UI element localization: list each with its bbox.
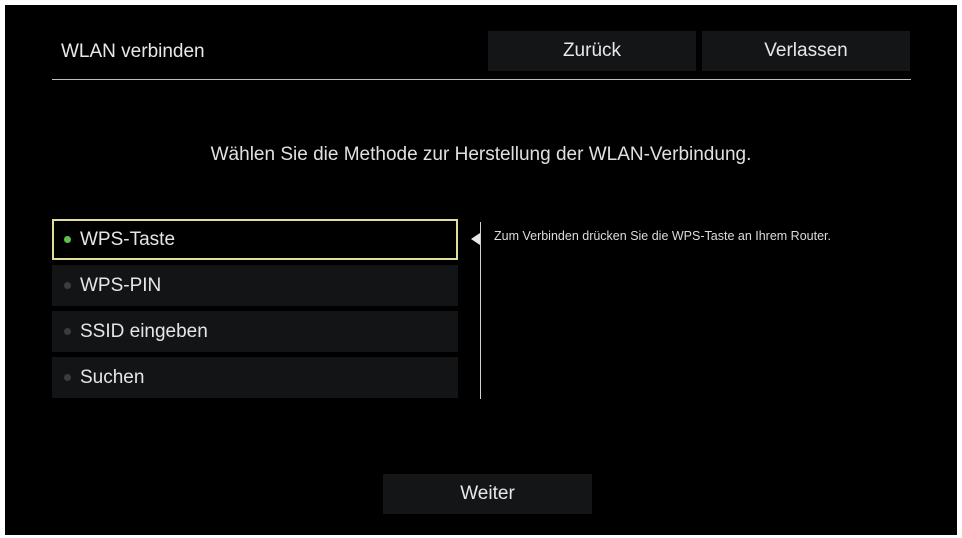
wlan-connect-screen: WLAN verbinden Zurück Verlassen Wählen S… (5, 5, 957, 535)
header-divider (52, 79, 911, 80)
method-item-enter-ssid[interactable]: SSID eingeben (52, 311, 458, 352)
instruction-text: Wählen Sie die Methode zur Herstellung d… (210, 144, 752, 165)
page-title: WLAN verbinden (61, 41, 205, 62)
description-divider (480, 222, 481, 399)
method-label: Suchen (80, 366, 145, 388)
method-item-wps-pin[interactable]: WPS-PIN (52, 265, 458, 306)
method-label: SSID eingeben (80, 320, 208, 342)
pointer-triangle-icon (471, 233, 480, 245)
method-description: Zum Verbinden drücken Sie die WPS-Taste … (494, 229, 831, 243)
selection-dot-icon (64, 328, 71, 335)
selection-dot-icon (64, 374, 71, 381)
next-button[interactable]: Weiter (383, 474, 592, 514)
method-list: WPS-Taste WPS-PIN SSID eingeben Suchen (52, 219, 458, 403)
exit-button[interactable]: Verlassen (702, 31, 910, 71)
back-button[interactable]: Zurück (488, 31, 696, 71)
method-item-search[interactable]: Suchen (52, 357, 458, 398)
selection-dot-icon (64, 236, 71, 243)
method-label: WPS-Taste (80, 228, 176, 250)
selection-dot-icon (64, 282, 71, 289)
method-label: WPS-PIN (80, 274, 162, 296)
method-item-wps-button[interactable]: WPS-Taste (52, 219, 458, 260)
